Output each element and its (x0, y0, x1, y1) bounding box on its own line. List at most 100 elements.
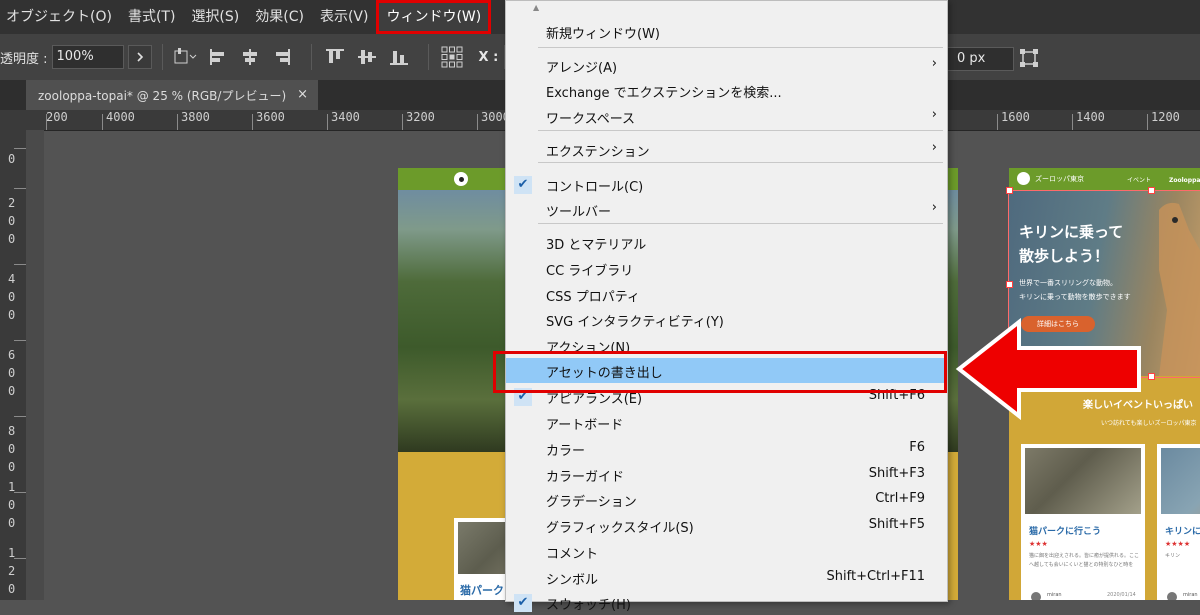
selection-handle[interactable] (1148, 187, 1155, 194)
menu-item-21[interactable]: グラデーション Ctrl+F9 (506, 487, 947, 512)
menu-item-4[interactable]: ワークスペース › (506, 104, 947, 129)
menu-item-label: グラデーション (546, 495, 637, 510)
menu-effect[interactable]: 効果(C) (247, 0, 312, 34)
menu-window[interactable]: ウィンドウ(W) (376, 0, 492, 34)
opacity-input[interactable]: 100% (51, 45, 124, 69)
menu-item-13[interactable]: CSS プロパティ (506, 282, 947, 307)
site-header: ズーロッパ東京 イベント Zooloppaとは (1009, 168, 1200, 190)
menu-item-label: アレンジ(A) (546, 61, 618, 76)
menu-item-label: アセットの書き出し (546, 366, 663, 381)
align-to-button[interactable] (173, 45, 199, 69)
menu-item-20[interactable]: カラーガイド Shift+F3 (506, 462, 947, 487)
menu-item-15[interactable]: アクション(N) (506, 333, 947, 358)
ruler-label: 0 (8, 384, 16, 398)
selection-handle[interactable] (1006, 187, 1013, 194)
menu-item-18[interactable]: アートボード (506, 410, 947, 435)
align-left-button[interactable] (205, 45, 231, 69)
ruler-label: 0 (8, 308, 16, 322)
align-left-icon (209, 49, 224, 65)
menu-item-label: グラフィックスタイル(S) (546, 521, 694, 536)
menu-item-label: 新規ウィンドウ(W) (546, 27, 660, 42)
menu-item-label: コントロール(C) (546, 180, 644, 195)
ruler-tick (14, 558, 26, 559)
align-top-button[interactable] (322, 45, 348, 69)
checkmark-icon: ✔ (514, 594, 532, 612)
ruler-tick (1072, 114, 1073, 130)
menu-separator (538, 223, 943, 224)
menu-item-3[interactable]: Exchange でエクステンションを検索... (506, 78, 947, 103)
opacity-label: 透明度 : (0, 51, 48, 67)
menu-item-11[interactable]: 3D とマテリアル (506, 230, 947, 255)
author-avatar (1167, 592, 1177, 600)
menu-item-shortcut: Shift+Ctrl+F11 (826, 569, 925, 584)
site-brand: ズーロッパ東京 (1035, 175, 1084, 183)
document-tab[interactable]: zooloppa-topai* @ 25 % (RGB/プレビュー) × (26, 80, 318, 110)
giraffe-photo (1161, 448, 1200, 514)
ruler-label: 3200 (406, 110, 435, 124)
menu-object[interactable]: オブジェクト(O) (0, 0, 120, 34)
menu-item-23[interactable]: コメント (506, 539, 947, 564)
menu-item-label: カラー (546, 444, 586, 459)
selection-handle[interactable] (1148, 373, 1155, 380)
menu-item-6[interactable]: エクステンション › (506, 137, 947, 162)
menu-item-label: 3D とマテリアル (546, 238, 647, 253)
menu-item-9[interactable]: ツールバー › (506, 197, 947, 222)
align-right-icon (275, 49, 290, 65)
opacity-expand-button[interactable] (127, 45, 152, 69)
cat-photo (1025, 448, 1141, 514)
menu-item-17[interactable]: ✔ アピアランス(E) Shift+F6 (506, 384, 947, 409)
menu-item-shortcut: Shift+F6 (868, 388, 925, 403)
hero-title-line2: 散歩しよう！ (1019, 247, 1110, 265)
menu-separator (538, 47, 943, 48)
ruler-label: 1400 (1076, 110, 1105, 124)
menu-item-12[interactable]: CC ライブラリ (506, 256, 947, 281)
align-bottom-icon (389, 51, 408, 65)
menu-item-8[interactable]: ✔ コントロール(C) (506, 172, 947, 197)
ruler-tick (14, 148, 26, 149)
menu-item-22[interactable]: グラフィックスタイル(S) Shift+F5 (506, 513, 947, 538)
width-field[interactable]: 0 px (944, 47, 1014, 71)
align-right-button[interactable] (269, 45, 295, 69)
ruler-tick (477, 114, 478, 130)
author-avatar (1031, 592, 1041, 600)
ruler-label: 0 (8, 232, 16, 246)
ruler-label: 1600 (1001, 110, 1030, 124)
menu-item-export-assets[interactable]: アセットの書き出し (506, 358, 947, 383)
menu-item-label: カラーガイド (546, 470, 625, 485)
vertical-ruler[interactable]: 0 2 0 0 4 0 0 6 0 0 8 0 0 1 0 0 1 2 0 (0, 130, 27, 600)
menu-type[interactable]: 書式(T) (120, 0, 183, 34)
event-card-text: 猫に餌を出迎えされる。皆に癒が提供れる。ここへ越しても会いにくいと猫との特別なひ… (1029, 553, 1140, 568)
menu-item-label: CSS プロパティ (546, 290, 640, 305)
menu-item-25[interactable]: ✔ スウォッチ(H) (506, 590, 947, 615)
ruler-tick (14, 188, 26, 189)
menu-select[interactable]: 選択(S) (183, 0, 247, 34)
align-bottom-button[interactable] (386, 45, 412, 69)
scroll-up-arrow-icon[interactable]: ▲ (533, 3, 539, 12)
menu-item-label: SVG インタラクティビティ(Y) (546, 315, 724, 330)
ruler-label: 0 (8, 582, 16, 596)
menu-item-14[interactable]: SVG インタラクティビティ(Y) (506, 307, 947, 332)
menu-item-label: アクション(N) (546, 341, 631, 356)
site-nav-event: イベント (1127, 177, 1152, 184)
hero-subtitle-1: 世界で一番スリリングな動物。 (1019, 279, 1117, 287)
menu-item-0[interactable]: 新規ウィンドウ(W) (506, 19, 947, 44)
ruler-label: 3400 (331, 110, 360, 124)
menu-separator (538, 130, 943, 131)
selection-handle[interactable] (1006, 281, 1013, 288)
ruler-tick (14, 416, 26, 417)
x-coordinate-label: X : (478, 49, 499, 65)
align-hcenter-button[interactable] (237, 45, 263, 69)
ruler-corner (0, 110, 26, 131)
menu-item-19[interactable]: カラー F6 (506, 436, 947, 461)
toolbar-separator (161, 44, 163, 70)
reference-point-button[interactable] (439, 45, 465, 69)
close-tab-button[interactable]: × (297, 87, 308, 102)
site-nav-about: Zooloppaとは (1169, 177, 1200, 184)
hero-title-line1: キリンに乗って (1019, 223, 1124, 241)
align-vcenter-button[interactable] (354, 45, 380, 69)
menu-item-2[interactable]: アレンジ(A) › (506, 53, 947, 78)
transform-button[interactable] (1016, 46, 1042, 70)
post-date: 2020/01/14 (1107, 592, 1136, 598)
menu-item-24[interactable]: シンボル Shift+Ctrl+F11 (506, 565, 947, 590)
menu-view[interactable]: 表示(V) (312, 0, 377, 34)
